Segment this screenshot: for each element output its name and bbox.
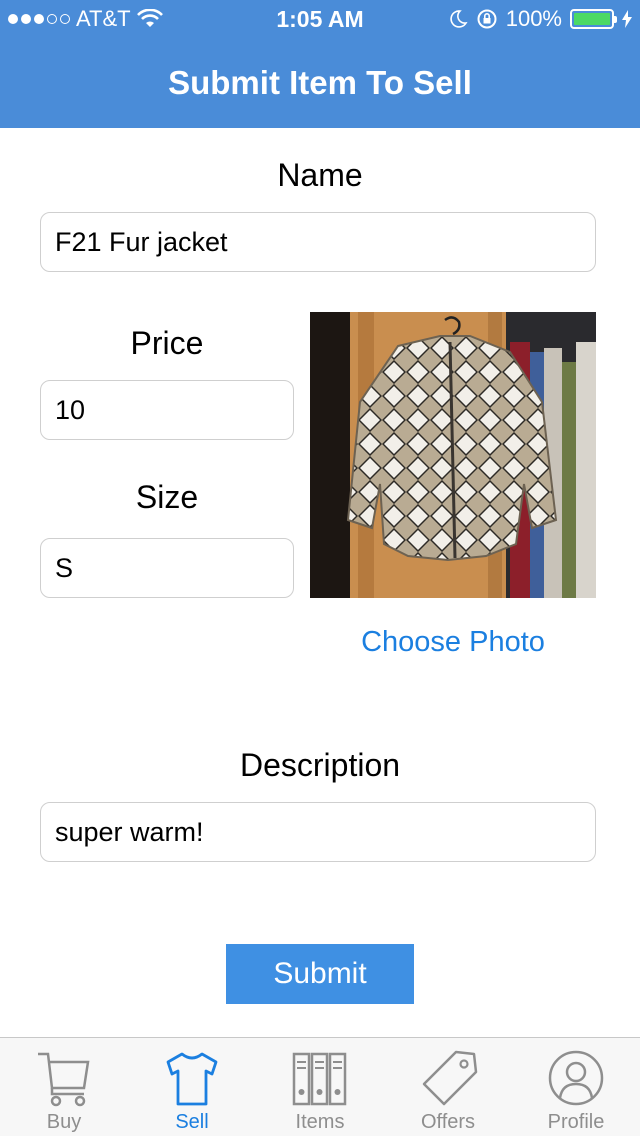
submit-button[interactable]: Submit [226, 944, 414, 1004]
description-label: Description [239, 747, 401, 783]
charging-bolt-icon [622, 10, 632, 28]
binders-icon [292, 1052, 347, 1106]
tab-items[interactable]: Items [256, 1038, 384, 1137]
page-title: Submit Item To Sell [168, 64, 472, 101]
tab-offers[interactable]: Offers [384, 1038, 512, 1137]
tshirt-icon [166, 1052, 218, 1106]
choose-photo-button[interactable]: Choose Photo [310, 626, 596, 659]
tab-items-label: Items [295, 1111, 345, 1133]
battery-icon [570, 9, 617, 29]
name-label: Name [277, 157, 363, 193]
tab-profile[interactable]: Profile [512, 1038, 640, 1137]
tab-profile-label: Profile [547, 1111, 605, 1133]
status-bar: AT&T 1:05 AM 100% [0, 0, 640, 40]
tab-buy-label: Buy [46, 1111, 82, 1133]
price-field-value: 10 [55, 394, 86, 425]
price-label: Price [130, 325, 204, 361]
name-field[interactable]: F21 Fur jacket [40, 212, 596, 272]
cart-icon [38, 1052, 90, 1107]
navigation-bar: AT&T 1:05 AM 100% Submit Item To Sell [0, 0, 640, 128]
item-photo [310, 312, 596, 598]
price-field[interactable]: 10 [40, 380, 294, 440]
tab-sell-label: Sell [175, 1111, 209, 1133]
tab-bar: Buy Sell Items Offers Profile [0, 1037, 640, 1136]
size-field[interactable]: S [40, 538, 294, 598]
tab-offers-label: Offers [420, 1111, 476, 1133]
tag-icon [422, 1050, 478, 1106]
profile-icon [548, 1050, 604, 1106]
description-field[interactable]: super warm! [40, 802, 596, 862]
tab-sell[interactable]: Sell [128, 1038, 256, 1137]
moon-icon [450, 10, 468, 28]
battery-percentage: 100% [505, 6, 562, 31]
orientation-lock-icon [477, 9, 497, 29]
name-field-value: F21 Fur jacket [55, 226, 228, 257]
size-label: Size [135, 479, 199, 515]
description-field-value: super warm! [55, 816, 204, 847]
tab-buy[interactable]: Buy [0, 1038, 128, 1137]
size-field-value: S [55, 552, 74, 583]
